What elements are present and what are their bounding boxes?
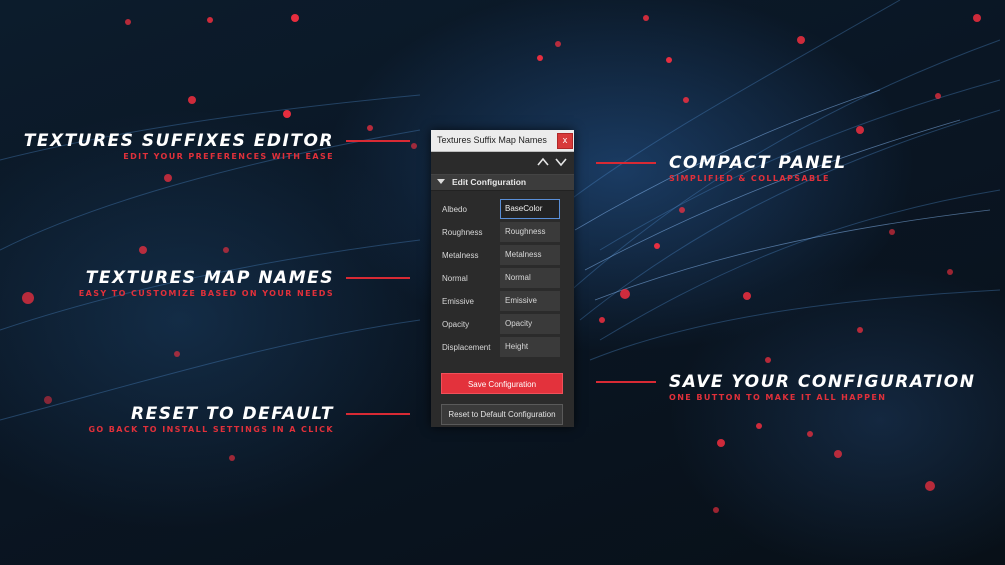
callout-subtitle: Simplified & Collapsable	[669, 174, 830, 183]
callout-subtitle: Edit your preferences with ease	[123, 152, 334, 161]
triangle-down-icon[interactable]	[437, 179, 445, 184]
section-edit-configuration[interactable]: Edit Configuration	[431, 174, 574, 191]
panel-titlebar[interactable]: Textures Suffix Map Names x	[431, 130, 574, 152]
row-label-opacity: Opacity	[442, 320, 470, 329]
row-label-roughness: Roughness	[442, 228, 483, 237]
callout-connector	[596, 381, 656, 383]
callout-title: Textures Map Names	[85, 268, 334, 288]
reset-default-button[interactable]: Reset to Default Configuration	[441, 404, 563, 425]
callout-connector	[346, 277, 410, 279]
chevron-up-icon[interactable]	[537, 156, 549, 168]
row-label-normal: Normal	[442, 274, 468, 283]
callout-suffixes-editor: Textures Suffixes Editor Edit your prefe…	[24, 131, 334, 162]
row-label-emissive: Emissive	[442, 297, 475, 306]
callout-save-config: Save Your Configuration One button to ma…	[669, 372, 975, 403]
albedo-field[interactable]: BaseColor	[500, 199, 560, 219]
save-configuration-button[interactable]: Save Configuration	[441, 373, 563, 394]
metalness-field[interactable]: Metalness	[500, 245, 560, 265]
section-label: Edit Configuration	[452, 177, 527, 187]
callout-reset-default: Reset to Default Go back to install sett…	[88, 404, 334, 435]
callout-map-names: Textures Map Names Easy to customize bas…	[79, 268, 334, 299]
row-label-displacement: Displacement	[442, 343, 491, 352]
callout-title: Textures Suffixes Editor	[23, 131, 334, 151]
displacement-field[interactable]: Height	[500, 337, 560, 357]
callout-title: Compact Panel	[669, 153, 847, 173]
callout-connector	[596, 162, 656, 164]
callout-subtitle: One button to make it all happen	[669, 393, 887, 402]
panel-arrow-bar	[431, 152, 574, 173]
opacity-field[interactable]: Opacity	[500, 314, 560, 334]
emissive-field[interactable]: Emissive	[500, 291, 560, 311]
callout-title: Save Your Configuration	[669, 372, 976, 392]
callout-title: Reset to Default	[131, 404, 334, 424]
callout-subtitle: Easy to customize based on your needs	[78, 289, 334, 298]
row-label-metalness: Metalness	[442, 251, 479, 260]
normal-field[interactable]: Normal	[500, 268, 560, 288]
callout-subtitle: Go back to install settings in a click	[88, 425, 334, 434]
callout-compact-panel: Compact Panel Simplified & Collapsable	[669, 153, 847, 184]
texture-suffix-panel: Textures Suffix Map Names x Edit Configu…	[431, 130, 574, 427]
panel-title: Textures Suffix Map Names	[437, 135, 547, 145]
callout-connector	[346, 413, 410, 415]
roughness-field[interactable]: Roughness	[500, 222, 560, 242]
close-icon[interactable]: x	[557, 133, 573, 149]
chevron-down-icon[interactable]	[555, 156, 567, 168]
row-label-albedo: Albedo	[442, 205, 467, 214]
callout-connector	[346, 140, 410, 142]
